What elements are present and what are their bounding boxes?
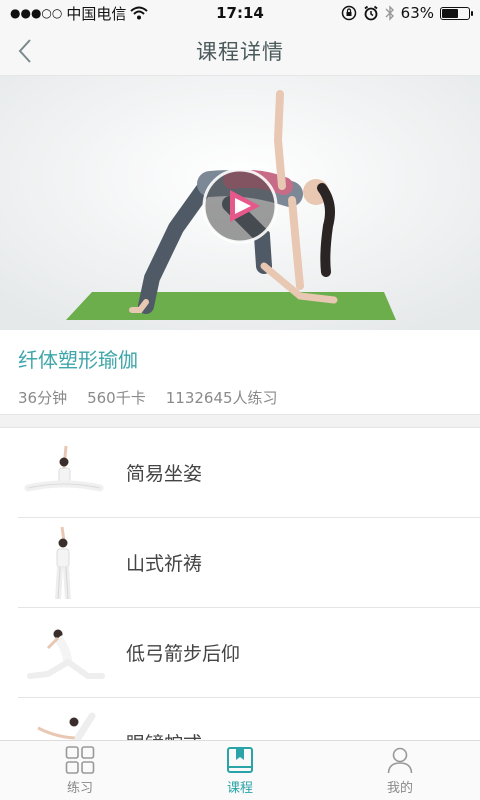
tab-label: 课程 <box>226 780 253 796</box>
status-bar: ●●●○○ 中国电信 17:14 63% <box>0 0 480 26</box>
tab-bar: 练习 课程 我的 <box>0 740 480 800</box>
pose-name: 山式祈祷 <box>126 553 203 575</box>
list-item[interactable]: 低弓箭步后仰 <box>18 608 480 698</box>
battery-fill <box>442 8 459 18</box>
tab-label: 我的 <box>386 780 413 796</box>
status-left: ●●●○○ 中国电信 <box>10 3 149 24</box>
list-item[interactable]: 山式祈祷 <box>18 518 480 608</box>
navigation-bar: 课程详情 <box>0 26 480 76</box>
tab-me[interactable]: 我的 <box>320 741 480 800</box>
tab-practice[interactable]: 练习 <box>0 741 160 800</box>
course-duration: 36分钟 <box>18 389 68 407</box>
wifi-icon <box>130 6 149 20</box>
low-lunge-backbend-figure <box>27 629 105 679</box>
yoga-mat <box>66 292 396 320</box>
battery-icon <box>440 6 473 20</box>
grid-icon <box>65 745 95 774</box>
course-video[interactable] <box>0 76 480 330</box>
course-info: 纤体塑形瑜伽 36分钟 560千卡 1132645人练习 <box>0 330 480 414</box>
pose-list: 简易坐姿 山式祈祷 低弓箭步后仰 <box>0 428 480 740</box>
status-right: 63% <box>341 4 473 22</box>
pose-thumbnail <box>18 433 108 513</box>
section-divider <box>0 414 480 428</box>
pose-name: 低弓箭步后仰 <box>126 643 241 665</box>
mountain-prayer-figure <box>55 526 71 599</box>
pose-thumbnail <box>18 523 108 603</box>
course-calories: 560千卡 <box>87 389 146 407</box>
person-icon <box>387 747 413 773</box>
carrier-label: 中国电信 <box>66 4 127 23</box>
play-icon <box>230 190 260 222</box>
pose-name: 简易坐姿 <box>126 463 203 485</box>
back-button[interactable] <box>10 36 40 66</box>
course-participants: 1132645人练习 <box>165 389 278 407</box>
list-item[interactable]: 简易坐姿 <box>18 428 480 518</box>
bluetooth-icon <box>385 5 394 21</box>
pose-name: 眼镜蛇式 <box>126 729 202 740</box>
course-meta: 36分钟 560千卡 1132645人练习 <box>18 387 462 408</box>
page-title: 课程详情 <box>196 39 284 64</box>
tab-label: 练习 <box>66 780 93 796</box>
seated-pose-figure <box>24 445 104 491</box>
course-title: 纤体塑形瑜伽 <box>18 348 138 372</box>
bookmark-book-icon <box>227 746 253 773</box>
cobra-pose-figure <box>37 712 96 740</box>
play-button[interactable] <box>204 170 276 242</box>
alarm-icon <box>364 5 378 21</box>
pose-thumbnail <box>18 703 108 740</box>
orientation-lock-icon <box>341 5 356 21</box>
list-item[interactable]: 眼镜蛇式 <box>18 698 480 740</box>
chevron-left-icon <box>18 39 31 63</box>
battery-percent: 63% <box>400 4 434 22</box>
signal-strength-icon: ●●●○○ <box>10 6 63 20</box>
tab-courses[interactable]: 课程 <box>160 741 320 800</box>
pose-thumbnail <box>18 613 108 693</box>
